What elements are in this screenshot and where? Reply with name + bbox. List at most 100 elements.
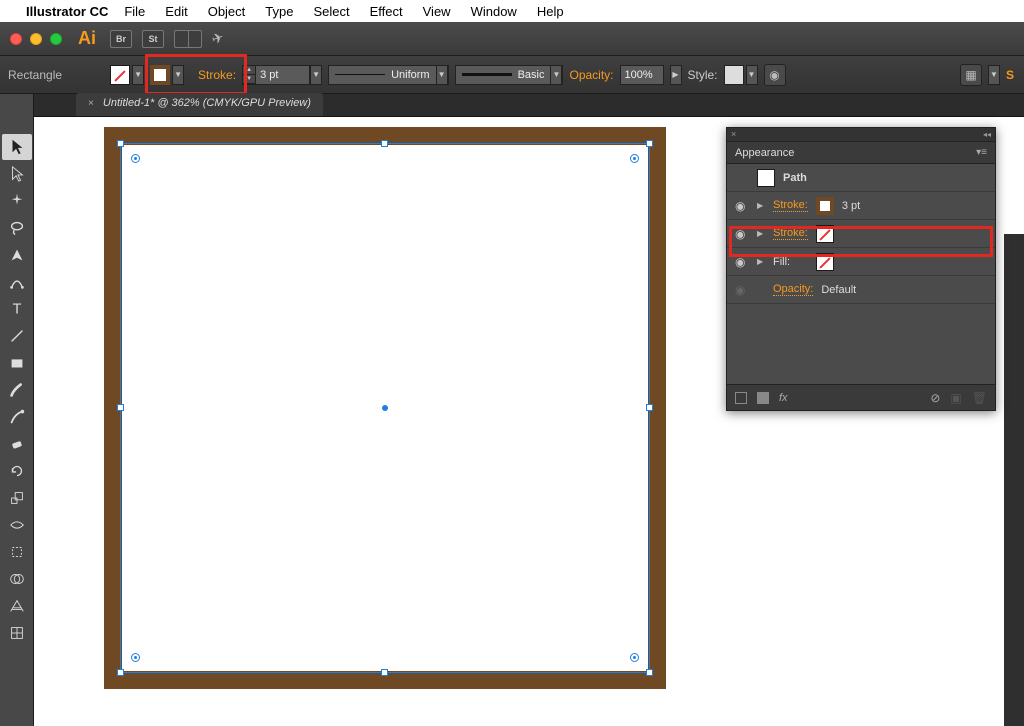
menu-type[interactable]: Type (265, 4, 293, 19)
menu-window[interactable]: Window (471, 4, 517, 19)
panel-expand-icon[interactable]: ◂◂ (983, 130, 991, 139)
stroke-color-swatch-brown[interactable] (816, 197, 834, 215)
resize-handle-l[interactable] (117, 404, 124, 411)
corner-widget-tl[interactable] (131, 154, 140, 163)
fill-dropdown-caret[interactable]: ▼ (132, 65, 144, 85)
appearance-row-path[interactable]: Path (727, 164, 995, 192)
appearance-row-fill[interactable]: ◉ ▶ Fill: (727, 248, 995, 276)
menu-file[interactable]: File (124, 4, 145, 19)
zoom-window-button[interactable] (50, 33, 62, 45)
resize-handle-tr[interactable] (646, 140, 653, 147)
clear-appearance-button[interactable]: ⊘ (930, 391, 940, 405)
minimize-window-button[interactable] (30, 33, 42, 45)
stroke-weight-value[interactable]: 3 pt (842, 200, 860, 212)
variable-width-profile-dropdown[interactable]: Uniform ▼ (328, 65, 449, 85)
menu-edit[interactable]: Edit (165, 4, 187, 19)
opacity-link[interactable]: Opacity: (773, 283, 813, 296)
menu-select[interactable]: Select (313, 4, 349, 19)
brush-definition-dropdown[interactable]: Basic ▼ (455, 65, 564, 85)
canvas[interactable]: × ◂◂ Appearance ▾≡ Path ◉ ▶ Stroke: 3 (34, 117, 1024, 726)
selection-tool[interactable] (2, 134, 32, 160)
gpu-performance-icon[interactable]: ✈ (209, 29, 226, 49)
stroke-weight-field[interactable]: ▲▼ ▼ (242, 65, 322, 85)
close-tab-icon[interactable]: × (88, 98, 94, 109)
perspective-grid-tool[interactable] (2, 593, 32, 619)
corner-widget-bl[interactable] (131, 653, 140, 662)
add-effect-button[interactable]: fx (779, 392, 788, 404)
delete-item-button[interactable]: 🗑 (972, 391, 987, 405)
resize-handle-br[interactable] (646, 669, 653, 676)
graphic-style-control[interactable]: ▼ (724, 65, 758, 85)
align-button[interactable]: ▦ (960, 64, 982, 86)
stroke-control[interactable]: ▼ (150, 65, 184, 85)
opacity-caret[interactable]: ▶ (670, 65, 682, 85)
paintbrush-tool[interactable] (2, 377, 32, 403)
opacity-label[interactable]: Opacity: (569, 68, 613, 82)
menu-help[interactable]: Help (537, 4, 564, 19)
stroke-label[interactable]: Stroke: (198, 68, 236, 82)
type-tool[interactable]: T (2, 296, 32, 322)
stroke-weight-caret[interactable]: ▼ (310, 65, 322, 85)
stroke-weight-input[interactable] (256, 65, 310, 85)
width-tool[interactable] (2, 512, 32, 538)
resize-handle-bl[interactable] (117, 669, 124, 676)
stroke-link[interactable]: Stroke: (773, 227, 808, 240)
app-menu[interactable]: Illustrator CC (26, 4, 108, 19)
fill-color-swatch-none[interactable] (816, 253, 834, 271)
scale-tool[interactable] (2, 485, 32, 511)
recolor-artwork-button[interactable]: ◉ (764, 64, 786, 86)
appearance-panel[interactable]: × ◂◂ Appearance ▾≡ Path ◉ ▶ Stroke: 3 (726, 127, 996, 411)
disclosure-triangle-icon[interactable]: ▶ (757, 257, 765, 266)
visibility-toggle-icon[interactable]: ◉ (735, 283, 749, 297)
style-swatch[interactable] (724, 65, 744, 85)
corner-widget-tr[interactable] (630, 154, 639, 163)
bridge-button[interactable]: Br (110, 30, 132, 48)
menu-object[interactable]: Object (208, 4, 246, 19)
panel-tab-strip[interactable]: × ◂◂ (727, 128, 995, 142)
panel-menu-icon[interactable]: ▾≡ (976, 147, 987, 158)
arrange-documents-button[interactable] (174, 30, 202, 48)
disclosure-triangle-icon[interactable]: ▶ (757, 201, 765, 210)
pen-tool[interactable] (2, 242, 32, 268)
fill-swatch-none[interactable] (110, 65, 130, 85)
visibility-toggle-icon[interactable]: ◉ (735, 255, 749, 269)
appearance-row-stroke-2[interactable]: ◉ ▶ Stroke: (727, 220, 995, 248)
style-caret[interactable]: ▼ (746, 65, 758, 85)
visibility-toggle-icon[interactable]: ◉ (735, 199, 749, 213)
appearance-row-stroke-1[interactable]: ◉ ▶ Stroke: 3 pt (727, 192, 995, 220)
panel-close-icon[interactable]: × (731, 129, 736, 139)
rectangle-tool[interactable] (2, 350, 32, 376)
menu-effect[interactable]: Effect (370, 4, 403, 19)
menu-view[interactable]: View (423, 4, 451, 19)
shape-builder-tool[interactable] (2, 566, 32, 592)
brush-caret[interactable]: ▼ (550, 65, 562, 85)
close-window-button[interactable] (10, 33, 22, 45)
eraser-tool[interactable] (2, 431, 32, 457)
document-tab[interactable]: × Untitled-1* @ 362% (CMYK/GPU Preview) (76, 93, 323, 116)
stroke-dropdown-caret[interactable]: ▼ (172, 65, 184, 85)
profile-caret[interactable]: ▼ (436, 65, 448, 85)
stock-button[interactable]: St (142, 30, 164, 48)
stroke-color-swatch-none[interactable] (816, 225, 834, 243)
disclosure-triangle-icon[interactable]: ▶ (757, 229, 765, 238)
opacity-input[interactable] (620, 65, 664, 85)
align-caret[interactable]: ▼ (988, 65, 1000, 85)
stroke-weight-stepper[interactable]: ▲▼ (242, 65, 256, 85)
right-panel-dock[interactable] (1004, 234, 1024, 726)
line-segment-tool[interactable] (2, 323, 32, 349)
resize-handle-t[interactable] (381, 140, 388, 147)
rotate-tool[interactable] (2, 458, 32, 484)
direct-selection-tool[interactable] (2, 161, 32, 187)
pencil-tool[interactable] (2, 404, 32, 430)
stroke-swatch-brown[interactable] (150, 65, 170, 85)
mesh-tool[interactable] (2, 620, 32, 646)
free-transform-tool[interactable] (2, 539, 32, 565)
truncated-shape-label[interactable]: S (1006, 68, 1016, 82)
new-fill-button[interactable] (757, 392, 769, 404)
lasso-tool[interactable] (2, 215, 32, 241)
resize-handle-tl[interactable] (117, 140, 124, 147)
magic-wand-tool[interactable] (2, 188, 32, 214)
curvature-tool[interactable] (2, 269, 32, 295)
resize-handle-b[interactable] (381, 669, 388, 676)
stroke-link[interactable]: Stroke: (773, 199, 808, 212)
